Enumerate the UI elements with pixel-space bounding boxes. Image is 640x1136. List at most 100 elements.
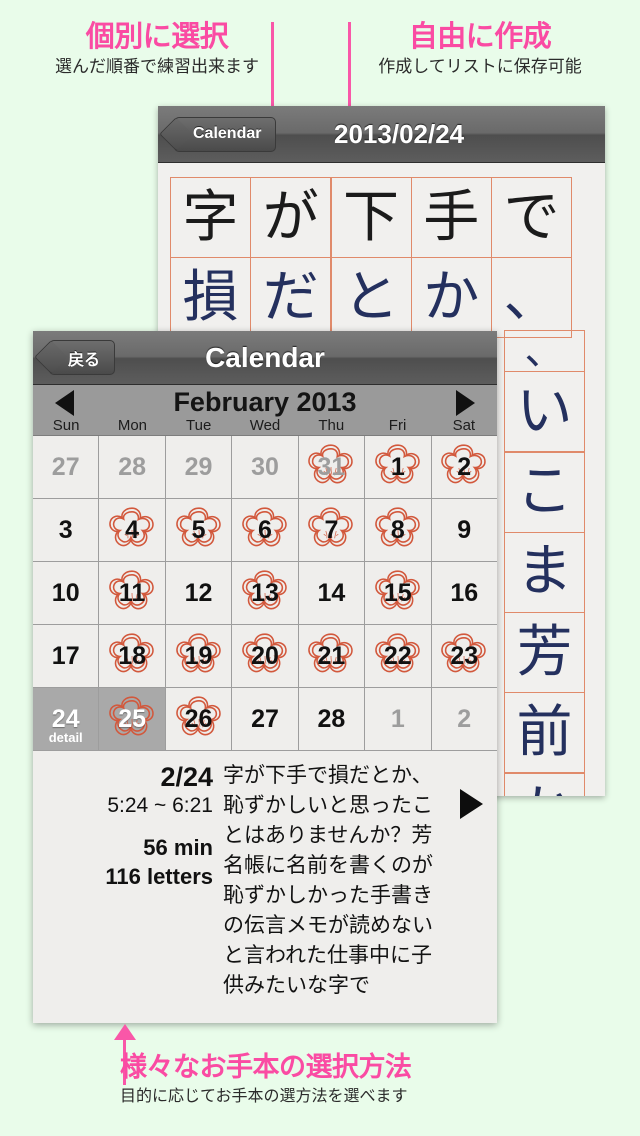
calendar-month-label: February 2013 <box>173 387 357 417</box>
annotation-bottom-title: 様々なお手本の選択方法 <box>120 1052 412 1082</box>
calendar-week-row: 10 11 12 13 14 15 16 <box>33 562 497 625</box>
kanji-cell[interactable]: 損 <box>170 257 251 339</box>
calendar-day-cell[interactable]: 7 <box>298 499 366 562</box>
practice-navbar: Calendar 2013/02/24 <box>158 106 605 163</box>
calendar-day-number: 19 <box>184 641 213 670</box>
kanji-cell[interactable]: が <box>250 177 332 258</box>
calendar-screen: 戻る Calendar February 2013 Sun Mon Tue We… <box>33 331 497 1023</box>
calendar-day-cell[interactable]: 15 <box>365 562 432 625</box>
play-triangle-icon <box>459 789 483 819</box>
calendar-day-cell[interactable]: 19 <box>165 625 233 688</box>
calendar-day-cell[interactable]: 11 <box>99 562 166 625</box>
detail-time-range: 5:24 ~ 6:21 <box>107 794 213 817</box>
calendar-day-cell[interactable]: 17 <box>33 625 100 688</box>
annotation-arrow-bottom-head-icon <box>114 1024 136 1040</box>
detail-letter-count: 116 letters <box>105 864 213 889</box>
kanji-cell[interactable]: 字 <box>170 177 251 258</box>
calendar-day-number: 11 <box>118 578 146 607</box>
calendar-day-number: 12 <box>184 578 213 607</box>
calendar-day-cell[interactable]: 10 <box>33 562 100 625</box>
calendar-day-number: 3 <box>58 515 73 544</box>
calendar-day-cell[interactable]: 28 <box>99 436 166 499</box>
annotation-left-title: 個別に選択 <box>85 21 229 53</box>
weekday-header: Thu <box>318 417 345 434</box>
detail-duration: 56 min <box>143 835 213 860</box>
calendar-day-cell[interactable]: 26 <box>165 688 233 751</box>
calendar-day-cell[interactable]: 27 <box>33 436 100 499</box>
calendar-day-cell[interactable]: 2 <box>431 688 497 751</box>
calendar-day-number: 20 <box>251 641 279 670</box>
kanji-cell[interactable]: 、 <box>504 330 585 372</box>
kanji-cell[interactable]: ま <box>504 531 585 613</box>
calendar-day-number: 4 <box>125 515 140 544</box>
calendar-day-cell[interactable]: 28 <box>298 688 366 751</box>
calendar-day-cell[interactable]: 16 <box>431 562 497 625</box>
practice-navbar-title: 2013/02/24 <box>334 118 465 149</box>
calendar-day-cell[interactable]: 3 <box>33 499 100 562</box>
calendar-day-cell[interactable]: 13 <box>232 562 299 625</box>
kanji-cell[interactable]: と <box>330 257 412 339</box>
calendar-day-number: 27 <box>51 452 80 481</box>
calendar-day-number: 2 <box>457 452 472 481</box>
calendar-day-cell[interactable]: 27 <box>232 688 299 751</box>
calendar-day-cell[interactable]: 9 <box>431 499 497 562</box>
calendar-day-number: 29 <box>184 452 213 481</box>
calendar-day-cell[interactable]: 1 <box>365 688 432 751</box>
calendar-day-cell[interactable]: 22 <box>365 625 432 688</box>
annotation-right-title: 自由に作成 <box>408 21 552 53</box>
calendar-day-detail-label: detail <box>48 730 83 745</box>
calendar-day-cell[interactable]: 29 <box>165 436 233 499</box>
calendar-day-number: 28 <box>118 452 147 481</box>
calendar-month-bar: February 2013 Sun Mon Tue Wed Thu Fri Sa… <box>33 385 497 436</box>
kanji-cell[interactable]: こ <box>504 451 585 533</box>
calendar-day-cell[interactable]: 18 <box>99 625 166 688</box>
kanji-cell[interactable]: か <box>410 257 492 339</box>
calendar-day-cell[interactable]: 14 <box>298 562 366 625</box>
calendar-day-cell[interactable]: 2 <box>431 436 497 499</box>
calendar-day-number: 27 <box>251 704 279 733</box>
kanji-cell[interactable]: だ <box>250 257 332 339</box>
annotation-left: 個別に選択 選んだ順番で練習出来ます <box>26 20 288 78</box>
kanji-cell[interactable]: 芳 <box>504 612 585 693</box>
calendar-day-cell[interactable]: 24 detail <box>33 688 100 751</box>
calendar-day-number: 1 <box>390 452 405 481</box>
practice-back-button[interactable]: Calendar <box>174 116 277 152</box>
calendar-day-number: 13 <box>251 578 279 607</box>
calendar-day-cell[interactable]: 8 <box>365 499 432 562</box>
kanji-cell[interactable]: で <box>491 177 572 258</box>
calendar-day-cell[interactable]: 12 <box>165 562 233 625</box>
calendar-day-cell[interactable]: 30 <box>232 436 299 499</box>
weekday-header: Mon <box>117 417 148 434</box>
calendar-day-number: 10 <box>51 578 80 607</box>
calendar-day-cell[interactable]: 23 <box>431 625 497 688</box>
calendar-day-cell[interactable]: 4 <box>99 499 166 562</box>
calendar-day-number: 5 <box>191 515 206 544</box>
practice-kanji-grid: 字 が 下 手 で 損 だ と か 、 <box>158 163 605 339</box>
kanji-cell[interactable]: か <box>504 772 585 796</box>
kanji-cell[interactable]: 前 <box>504 692 585 774</box>
calendar-day-number: 28 <box>317 704 346 733</box>
kanji-cell[interactable]: い <box>504 371 585 453</box>
calendar-day-cell[interactable]: 21 <box>298 625 366 688</box>
calendar-day-number: 17 <box>51 641 80 670</box>
annotation-right: 自由に作成 作成してリストに保存可能 <box>340 20 620 78</box>
calendar-day-cell[interactable]: 5 <box>165 499 233 562</box>
calendar-day-cell[interactable]: 31 <box>298 436 366 499</box>
calendar-day-number: 22 <box>383 641 412 670</box>
calendar-back-button[interactable]: 戻る <box>49 340 116 375</box>
annotation-bottom: 様々なお手本の選択方法 目的に応じてお手本の選方法を選べます <box>120 1050 520 1108</box>
kanji-cell[interactable]: 、 <box>491 257 572 339</box>
calendar-day-cell[interactable]: 1 <box>365 436 432 499</box>
calendar-day-cell[interactable]: 6 <box>232 499 299 562</box>
kanji-cell[interactable]: 手 <box>410 177 492 258</box>
detail-body-text: 字が下手で損だとか、恥ずかしいと思ったことはありませんか？芳名帳に名前を書くのが… <box>223 764 433 997</box>
practice-right-column: 、 い こ ま 芳 前 か <box>494 330 605 796</box>
next-month-icon[interactable] <box>456 390 475 416</box>
calendar-day-number: 25 <box>118 704 147 733</box>
calendar-day-cell[interactable]: 25 <box>99 688 166 751</box>
calendar-day-cell[interactable]: 20 <box>232 625 299 688</box>
kanji-cell[interactable]: 下 <box>330 177 412 258</box>
calendar-day-number: 15 <box>383 578 412 607</box>
detail-play-button[interactable] <box>453 761 489 1001</box>
weekday-header: Wed <box>249 417 281 434</box>
